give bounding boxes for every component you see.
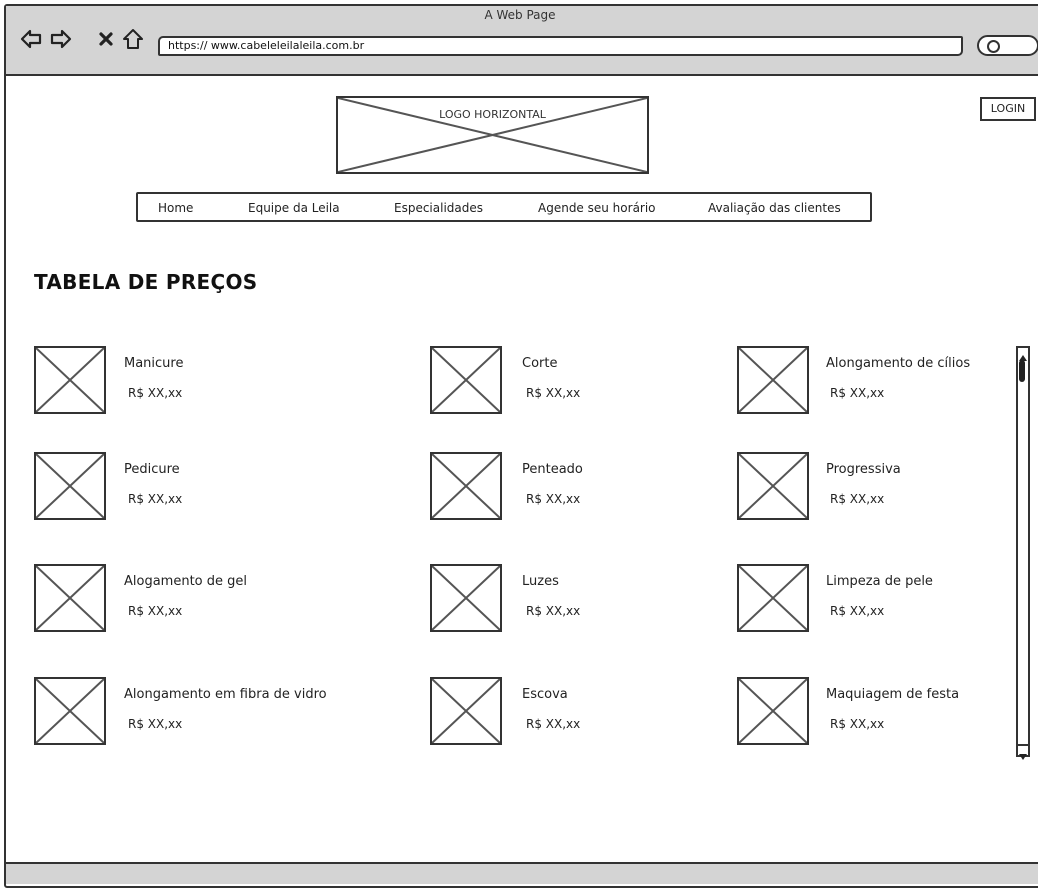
service-price: R$ XX,xx <box>128 717 183 731</box>
image-placeholder-icon <box>737 346 809 414</box>
image-placeholder-icon <box>34 564 106 632</box>
service-price: R$ XX,xx <box>526 717 581 731</box>
service-price: R$ XX,xx <box>526 604 581 618</box>
image-placeholder-icon <box>430 564 502 632</box>
image-placeholder-icon <box>430 452 502 520</box>
service-price: R$ XX,xx <box>830 604 885 618</box>
service-price: R$ XX,xx <box>830 386 885 400</box>
service-name: Progressiva <box>826 462 901 477</box>
logo-label: LOGO HORIZONTAL <box>439 108 546 121</box>
close-icon[interactable] <box>95 26 117 52</box>
service-name: Alogamento de gel <box>124 574 248 589</box>
search-field[interactable] <box>977 35 1038 56</box>
login-button[interactable]: LOGIN <box>980 97 1036 121</box>
service-price: R$ XX,xx <box>128 492 183 506</box>
image-placeholder-icon <box>34 346 106 414</box>
nav-item-avaliacao[interactable]: Avaliação das clientes <box>708 201 841 215</box>
nav-item-agende[interactable]: Agende seu horário <box>538 201 656 215</box>
image-placeholder-icon <box>34 677 106 745</box>
service-name: Maquiagem de festa <box>826 687 960 702</box>
window-title: A Web Page <box>484 8 556 22</box>
back-arrow-icon[interactable] <box>20 26 42 52</box>
address-bar[interactable]: https:// www.cabeleleilaleila.com.br <box>158 36 963 56</box>
service-price: R$ XX,xx <box>830 717 885 731</box>
service-price: R$ XX,xx <box>128 604 183 618</box>
scroll-down-icon[interactable] <box>1018 744 1028 760</box>
service-price: R$ XX,xx <box>830 492 885 506</box>
service-price: R$ XX,xx <box>526 386 581 400</box>
service-name: Alongamento em fibra de vidro <box>124 687 327 702</box>
main-nav: Home Equipe da Leila Especialidades Agen… <box>136 192 872 222</box>
nav-item-home[interactable]: Home <box>158 201 193 215</box>
image-placeholder-icon <box>430 677 502 745</box>
service-price: R$ XX,xx <box>128 386 183 400</box>
scroll-up-icon[interactable] <box>1018 348 1028 361</box>
service-name: Pedicure <box>124 462 180 477</box>
image-placeholder-icon <box>34 452 106 520</box>
home-icon[interactable] <box>122 26 144 52</box>
scrollbar[interactable] <box>1016 346 1030 760</box>
service-price: R$ XX,xx <box>526 492 581 506</box>
image-placeholder-icon <box>430 346 502 414</box>
service-name: Escova <box>522 687 568 702</box>
nav-item-especialidades[interactable]: Especialidades <box>394 201 483 215</box>
logo-placeholder: LOGO HORIZONTAL <box>336 96 649 174</box>
service-name: Alongamento de cílios <box>826 356 971 371</box>
scroll-thumb[interactable] <box>1019 360 1025 382</box>
forward-arrow-icon[interactable] <box>50 26 72 52</box>
nav-item-equipe[interactable]: Equipe da Leila <box>248 201 340 215</box>
service-name: Luzes <box>522 574 559 589</box>
search-icon <box>987 40 1000 53</box>
image-placeholder-icon <box>737 452 809 520</box>
image-placeholder-icon <box>737 677 809 745</box>
service-name: Penteado <box>522 462 583 477</box>
service-name: Limpeza de pele <box>826 574 933 589</box>
service-name: Manicure <box>124 356 184 371</box>
service-name: Corte <box>522 356 558 371</box>
page-title: TABELA DE PREÇOS <box>34 270 258 294</box>
image-placeholder-icon <box>737 564 809 632</box>
